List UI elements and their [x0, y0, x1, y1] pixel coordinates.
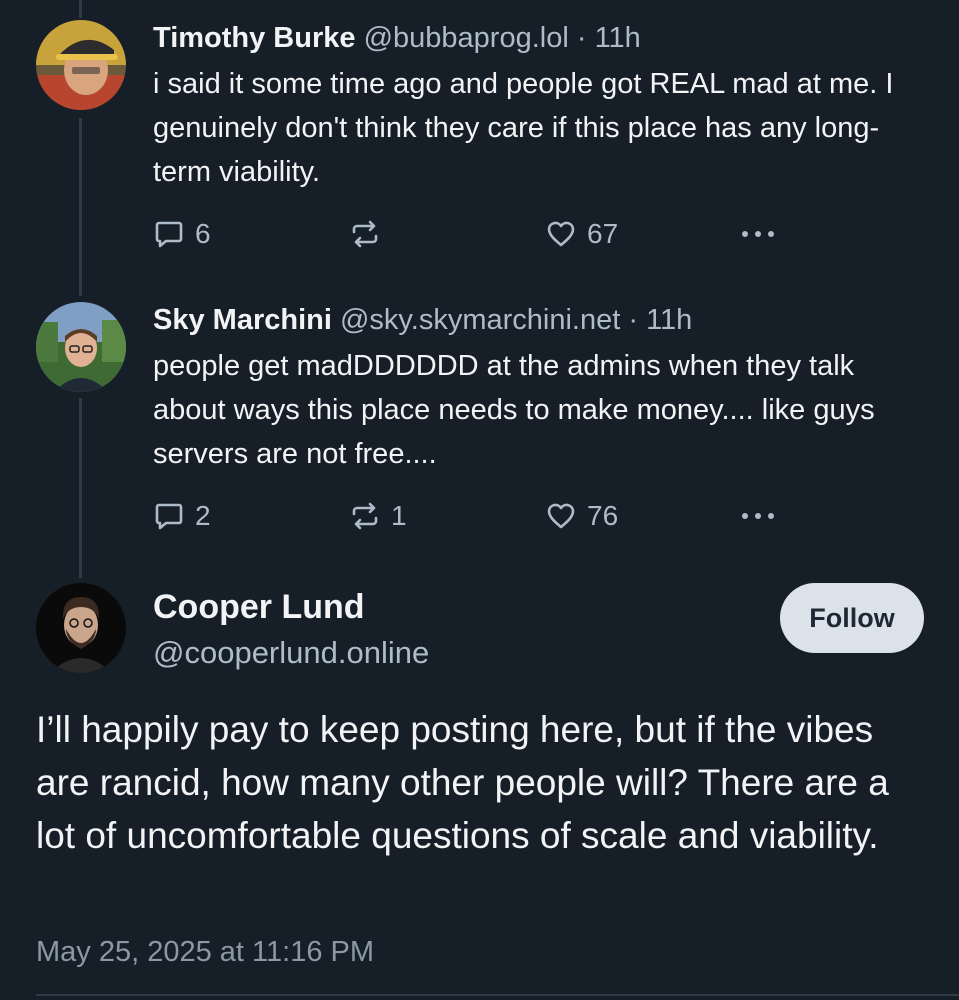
avatar[interactable]	[36, 20, 126, 110]
separator-dot: ·	[576, 22, 587, 54]
repost-count: 1	[391, 500, 407, 531]
author-name[interactable]: Timothy Burke	[153, 22, 356, 54]
reply-count: 6	[195, 218, 211, 249]
post-timestamp: May 25, 2025 at 11:16 PM	[36, 936, 375, 968]
repost-button[interactable]	[349, 214, 391, 254]
like-count: 67	[587, 218, 619, 249]
repost-button[interactable]: 1	[349, 496, 407, 536]
heart-icon	[547, 221, 575, 247]
more-dots-icon	[742, 231, 774, 237]
post-time[interactable]: 11h	[595, 22, 641, 54]
reply-bubble-icon	[155, 503, 183, 530]
thread-view: Timothy Burke @bubbaprog.lol · 11h i sai…	[0, 0, 959, 1000]
thread-line-1	[79, 118, 82, 296]
more-options-button[interactable]	[738, 214, 778, 254]
repost-icon	[352, 220, 378, 248]
post-text: I’ll happily pay to keep posting here, b…	[36, 709, 889, 856]
post-text: people get madDDDDDD at the admins when …	[153, 350, 875, 470]
reply-count: 2	[195, 500, 211, 531]
avatar[interactable]	[36, 302, 126, 392]
like-button[interactable]: 76	[545, 496, 618, 536]
heart-icon	[547, 503, 575, 529]
author-handle[interactable]: @bubbaprog.lol	[364, 22, 569, 54]
thread-line-2	[79, 398, 82, 578]
author-name[interactable]: Cooper Lund	[153, 585, 365, 629]
post-time[interactable]: 11h	[646, 304, 692, 336]
more-options-button[interactable]	[738, 496, 778, 536]
reply-button[interactable]: 6	[153, 214, 211, 254]
author-handle[interactable]: @cooperlund.online	[153, 633, 429, 673]
like-count: 76	[587, 500, 619, 531]
reply-post[interactable]: Timothy Burke @bubbaprog.lol · 11h i sai…	[153, 20, 933, 194]
avatar[interactable]	[36, 583, 126, 673]
repost-icon	[352, 502, 378, 530]
post-header: Sky Marchini @sky.skymarchini.net · 11h	[153, 302, 933, 338]
reply-button[interactable]: 2	[153, 496, 211, 536]
post-header: Timothy Burke @bubbaprog.lol · 11h	[153, 20, 933, 56]
thread-line-top	[79, 0, 82, 18]
like-button[interactable]: 67	[545, 214, 618, 254]
author-name[interactable]: Sky Marchini	[153, 304, 332, 336]
follow-button[interactable]: Follow	[780, 583, 924, 653]
reply-post[interactable]: Sky Marchini @sky.skymarchini.net · 11h …	[153, 302, 933, 476]
post-actions: 6 67	[153, 214, 793, 254]
divider	[36, 994, 959, 996]
avatar-photo-icon	[36, 583, 126, 673]
post-text: i said it some time ago and people got R…	[153, 68, 894, 188]
reply-bubble-icon	[155, 221, 183, 248]
avatar-photo-icon	[36, 20, 126, 110]
separator-dot: ·	[628, 304, 639, 336]
author-handle[interactable]: @sky.skymarchini.net	[340, 304, 620, 336]
more-dots-icon	[742, 513, 774, 519]
post-actions: 2 1 76	[153, 496, 793, 536]
avatar-photo-icon	[36, 302, 126, 392]
